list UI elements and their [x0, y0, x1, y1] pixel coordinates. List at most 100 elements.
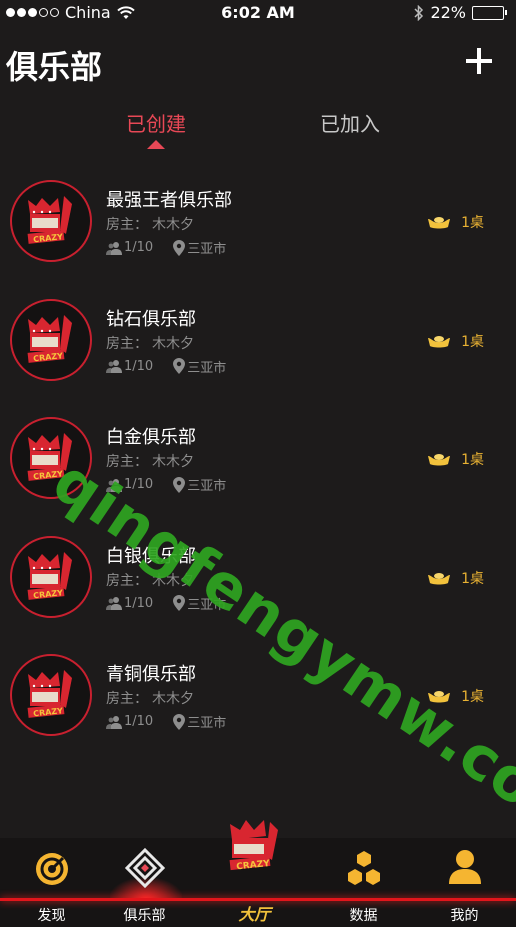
crazy-logo-icon: CRAZY [27, 196, 72, 244]
club-table-count: 1桌 [427, 449, 484, 469]
member-count-group: 1/10 [106, 240, 153, 255]
gold-ingot-icon [428, 691, 451, 703]
location-group: 三亚市 [173, 357, 226, 376]
club-list-item[interactable]: CRAZY 青铜俱乐部 房主： 木木夕 1/10 三亚市 1桌 [0, 644, 516, 763]
table-count-text: 1桌 [461, 570, 484, 587]
member-count: 1/10 [124, 358, 154, 374]
location-group: 三亚市 [173, 712, 226, 731]
club-meta: 1/10 三亚市 [106, 475, 246, 494]
target-icon [35, 853, 68, 885]
club-name: 白金俱乐部 [106, 427, 196, 448]
page-title: 俱乐部 [6, 48, 103, 86]
tab-indicator [147, 140, 165, 149]
gold-ingot-icon [428, 454, 451, 466]
owner-name: 木木夕 [152, 572, 194, 589]
club-meta: 1/10 三亚市 [106, 594, 246, 613]
tab-created[interactable]: 已创建 [126, 108, 186, 137]
club-avatar: CRAZY [10, 417, 92, 499]
avatar-logo-text: CRAZY [33, 351, 64, 363]
club-city: 三亚市 [187, 360, 227, 376]
location-pin-icon [173, 713, 186, 730]
nav-label-me: 我的 [450, 908, 479, 924]
owner-name: 木木夕 [152, 454, 194, 470]
club-avatar: CRAZY [10, 180, 92, 262]
nav-item-data[interactable]: 数据 [312, 838, 415, 927]
gold-ingot-icon [428, 572, 451, 584]
club-name: 钻石俱乐部 [106, 308, 196, 330]
members-icon [106, 715, 122, 729]
nav-label-data: 数据 [349, 908, 378, 924]
club-list-item[interactable]: CRAZY 白金俱乐部 房主： 木木夕 1/10 三亚市 1桌 [0, 407, 516, 526]
nav-item-me[interactable]: 我的 [413, 838, 516, 927]
gold-ingot-icon [428, 217, 451, 229]
add-club-button[interactable] [464, 46, 494, 76]
club-diamond-icon [124, 848, 165, 888]
owner-label: 房主： [106, 335, 148, 352]
club-owner: 房主： 木木夕 [106, 214, 194, 234]
crazy-logo-icon: CRAZY [27, 314, 72, 363]
club-meta: 1/10 三亚市 [106, 238, 246, 257]
tab-joined[interactable]: 已加入 [320, 108, 380, 137]
member-count: 1/10 [124, 595, 154, 611]
crazy-logo-text: CRAZY [235, 859, 270, 873]
club-meta: 1/10 三亚市 [106, 357, 246, 376]
club-table-count: 1桌 [427, 331, 484, 351]
members-icon [106, 597, 122, 610]
location-group: 三亚市 [173, 475, 226, 494]
table-count-text: 1桌 [461, 333, 484, 350]
club-table-count: 1桌 [427, 212, 484, 232]
location-pin-icon [173, 358, 186, 374]
avatar-logo-text: CRAZY [33, 232, 64, 244]
club-city: 三亚市 [187, 597, 227, 613]
location-group: 三亚市 [173, 594, 226, 613]
owner-name: 木木夕 [152, 691, 194, 707]
members-icon [106, 478, 122, 492]
location-group: 三亚市 [173, 238, 226, 257]
members-icon [106, 241, 122, 255]
gold-ingot-icon [428, 335, 451, 347]
club-table-count: 1桌 [427, 686, 484, 706]
member-count-group: 1/10 [106, 714, 153, 729]
crazy-logo-icon: CRAZY [229, 820, 278, 873]
member-count-group: 1/10 [106, 477, 153, 492]
club-table-count: 1桌 [427, 568, 484, 588]
location-pin-icon [173, 595, 186, 611]
club-list-item[interactable]: CRAZY 白银俱乐部 房主： 木木夕 1/10 三亚市 1桌 [0, 526, 516, 645]
owner-label: 房主： [106, 572, 148, 589]
user-icon [448, 850, 481, 884]
nav-item-club[interactable]: 俱乐部 [93, 838, 196, 927]
table-count-text: 1桌 [461, 215, 484, 231]
table-count-text: 1桌 [461, 452, 484, 468]
status-bar: China 6:02 AM 22% [0, 0, 516, 26]
club-avatar: CRAZY [10, 654, 92, 736]
club-meta: 1/10 三亚市 [106, 712, 246, 731]
owner-name: 木木夕 [152, 217, 194, 233]
owner-name: 木木夕 [152, 335, 194, 352]
location-pin-icon [173, 239, 186, 256]
club-owner: 房主： 木木夕 [106, 570, 194, 590]
club-owner: 房主： 木木夕 [106, 451, 194, 471]
owner-label: 房主： [106, 217, 148, 233]
owner-label: 房主： [106, 691, 148, 707]
avatar-logo-text: CRAZY [33, 469, 64, 481]
club-name: 最强王者俱乐部 [106, 190, 232, 211]
member-count: 1/10 [124, 240, 154, 255]
club-avatar: CRAZY [10, 298, 92, 381]
crazy-logo-icon: CRAZY [27, 433, 72, 481]
avatar-logo-text: CRAZY [33, 588, 64, 600]
club-avatar: CRAZY [10, 535, 92, 618]
nav-label-lobby: 大厅 [238, 905, 271, 924]
club-list-item[interactable]: CRAZY 最强王者俱乐部 房主： 木木夕 1/10 三亚市 1桌 [0, 170, 516, 289]
nav-label-discover: 发现 [37, 908, 66, 924]
nav-item-discover[interactable]: 发现 [0, 838, 103, 927]
location-pin-icon [173, 476, 186, 493]
club-list-item[interactable]: CRAZY 钻石俱乐部 房主： 木木夕 1/10 三亚市 1桌 [0, 289, 516, 408]
hexagon-cluster-icon [347, 851, 380, 885]
members-icon [106, 360, 122, 373]
nav-item-lobby[interactable]: CRAZY 大厅 [203, 820, 306, 927]
club-name: 白银俱乐部 [106, 545, 196, 567]
club-owner: 房主： 木木夕 [106, 333, 194, 353]
nav-label-club: 俱乐部 [123, 908, 166, 924]
club-city: 三亚市 [187, 242, 227, 257]
club-name: 青铜俱乐部 [106, 664, 196, 685]
